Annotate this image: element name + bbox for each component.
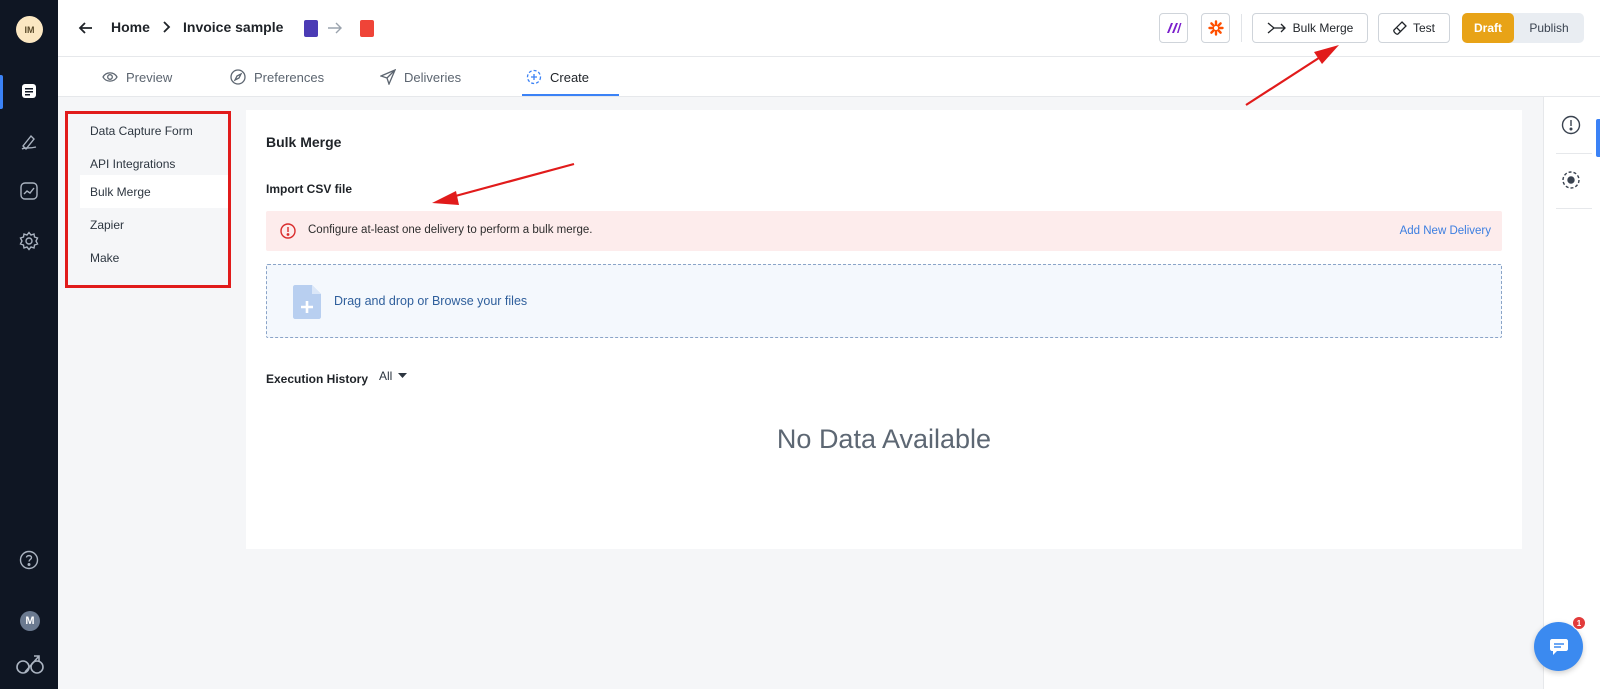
top-header: Home Invoice sample Bulk Merge Test Draf… [58,0,1600,57]
make-integration-button[interactable] [1159,13,1188,43]
breadcrumb-home[interactable]: Home [111,19,150,35]
html-file-icon [304,20,318,37]
send-icon [380,69,396,85]
back-arrow-icon[interactable] [74,16,98,40]
documents-icon[interactable] [16,78,42,104]
zapier-integration-button[interactable] [1201,13,1230,43]
alert-message: Configure at-least one delivery to perfo… [308,224,593,236]
tab-create-label: Create [550,69,590,85]
create-icon [526,69,542,85]
subnav-item-zapier[interactable]: Zapier [80,208,228,241]
compass-icon [230,69,246,85]
create-subnav: Data Capture Form API Integrations Bulk … [65,111,231,288]
tab-deliveries-label: Deliveries [404,69,462,85]
target-icon[interactable] [1561,170,1581,190]
make-logo-icon [1166,23,1181,33]
bulk-merge-label: Bulk Merge [1292,21,1354,35]
add-new-delivery-link[interactable]: Add New Delivery [1400,225,1491,237]
draft-button[interactable]: Draft [1462,13,1514,43]
status-toggle: Draft Publish [1462,13,1584,43]
help-icon[interactable] [16,547,42,573]
right-rail-divider [1556,208,1592,209]
history-filter-value: All [379,369,393,383]
active-tab-indicator [522,94,619,96]
app-rail: IM M [0,0,58,689]
subnav-item-bulk-merge[interactable]: Bulk Merge [80,175,228,208]
alert-circle-icon [280,223,296,239]
tab-preferences[interactable]: Preferences [230,57,324,97]
tab-create[interactable]: Create [526,57,589,97]
settings-icon[interactable] [16,228,42,254]
test-button[interactable]: Test [1378,13,1450,43]
analytics-icon[interactable] [16,178,42,204]
merge-icon [1267,22,1286,34]
tab-preview-label: Preview [126,69,173,85]
breadcrumb-document-title[interactable]: Invoice sample [183,19,283,35]
subnav-item-data-capture-form[interactable]: Data Capture Form [80,114,228,147]
workspace-avatar[interactable]: M [20,611,40,631]
zapier-logo-icon [1207,20,1224,36]
import-csv-label: Import CSV file [266,182,353,196]
signature-icon[interactable] [16,128,42,154]
right-rail-active-indicator [1596,119,1600,157]
chat-notification-badge: 1 [1572,616,1586,630]
csv-dropzone[interactable]: Drag and drop or Browse your files [266,264,1502,338]
user-avatar[interactable]: IM [16,16,43,43]
execution-history-label: Execution History [266,372,369,386]
bulk-merge-panel: Bulk Merge Import CSV file Configure at-… [246,110,1522,549]
caret-down-icon [398,373,408,378]
empty-state-text: No Data Available [776,424,992,454]
chat-icon [1549,638,1568,655]
tab-bar: Preview Preferences Deliveries Create [58,57,1600,97]
test-label: Test [1412,21,1435,35]
tab-deliveries[interactable]: Deliveries [380,57,461,97]
toolbar-divider [1241,14,1242,42]
publish-button[interactable]: Publish [1514,13,1584,43]
right-rail-divider [1556,153,1592,154]
dropzone-text[interactable]: Drag and drop or Browse your files [334,294,527,308]
bulk-merge-button[interactable]: Bulk Merge [1252,13,1368,43]
pdf-file-icon [360,20,374,37]
arrow-right-icon [327,19,343,37]
subnav-item-make[interactable]: Make [80,241,228,274]
info-icon[interactable] [1561,115,1581,135]
history-filter-select[interactable]: All [379,369,408,383]
rail-active-indicator [0,75,3,109]
tab-preview[interactable]: Preview [102,57,172,97]
add-file-icon [293,285,321,319]
test-tube-icon [1393,21,1407,35]
brand-logo-icon [14,651,46,677]
right-rail [1543,97,1600,689]
page-title: Bulk Merge [266,134,342,150]
tab-preferences-label: Preferences [254,69,325,85]
chevron-right-icon [158,18,174,36]
eye-icon [102,72,118,82]
delivery-required-alert: Configure at-least one delivery to perfo… [266,211,1502,251]
